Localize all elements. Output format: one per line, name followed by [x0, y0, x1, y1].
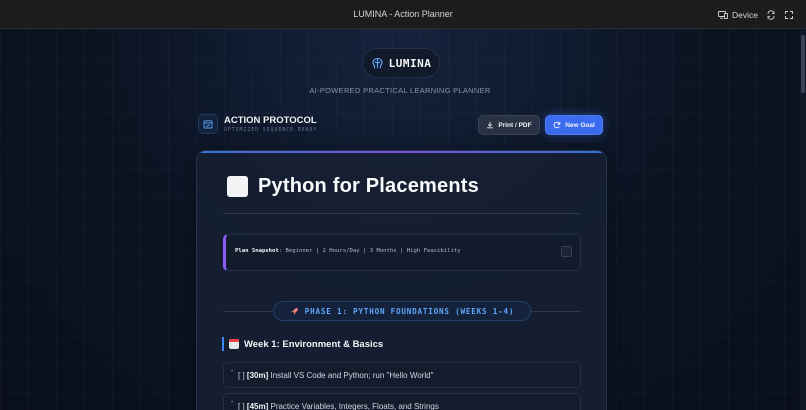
task-checkbox[interactable]: [ ]	[238, 402, 245, 410]
card-accent-bar	[197, 151, 606, 153]
new-goal-button[interactable]: New Goal	[545, 115, 603, 135]
protocol-subtitle: OPTIMIZED SEQUENCE READY	[224, 128, 318, 133]
page-scrollbar[interactable]	[800, 29, 806, 410]
checkbox-icon	[227, 176, 248, 197]
brand-logo: LUMINA	[362, 48, 440, 78]
copy-icon[interactable]	[561, 246, 572, 257]
brand-tagline: AI-POWERED PRACTICAL LEARNING PLANNER	[309, 86, 491, 95]
snapshot-label: Plan Snapshot	[235, 248, 279, 254]
protocol-title: ACTION PROTOCOL	[224, 115, 317, 126]
task-checkbox[interactable]: [ ]	[238, 371, 245, 380]
print-pdf-button[interactable]: Print / PDF	[478, 115, 540, 135]
task-description: Practice Variables, Integers, Floats, an…	[270, 402, 439, 410]
snapshot-text: Plan Snapshot: Beginner | 2 Hours/Day | …	[235, 248, 461, 254]
device-label: Device	[732, 9, 758, 20]
plan-card: Python for Placements Plan Snapshot: Beg…	[196, 150, 607, 410]
task-description: Install VS Code and Python; run "Hello W…	[270, 371, 434, 380]
window-title: LUMINA - Action Planner	[353, 9, 453, 19]
app-canvas: LUMINA AI-POWERED PRACTICAL LEARNING PLA…	[0, 29, 800, 410]
task-item[interactable]: • [ ] [30m] Install VS Code and Python; …	[223, 362, 581, 388]
bullet-icon: •	[231, 369, 234, 375]
window-titlebar: LUMINA - Action Planner Device	[0, 0, 806, 29]
print-pdf-label: Print / PDF	[498, 121, 532, 129]
week-header: Week 1: Environment & Basics	[222, 337, 383, 351]
calendar-check-icon	[203, 120, 213, 129]
task-text: [ ] [30m] Install VS Code and Python; ru…	[238, 371, 433, 380]
phase-divider-left	[223, 311, 273, 312]
snapshot-details: : Beginner | 2 Hours/Day | 3 Months | Hi…	[278, 248, 461, 254]
protocol-badge	[198, 114, 218, 134]
task-duration: [45m]	[246, 402, 269, 410]
new-goal-label: New Goal	[565, 121, 595, 129]
phase-label: PHASE 1: PYTHON FOUNDATIONS (WEEKS 1-4)	[304, 306, 515, 316]
titlebar-controls: Device	[718, 0, 794, 29]
task-item[interactable]: • [ ] [45m] Practice Variables, Integers…	[223, 393, 581, 410]
phase-divider-right	[531, 311, 581, 312]
refresh-icon	[553, 121, 561, 129]
week-label: Week 1: Environment & Basics	[244, 338, 384, 350]
scrollbar-thumb[interactable]	[801, 35, 805, 93]
rocket-icon	[290, 307, 298, 315]
phase-header: PHASE 1: PYTHON FOUNDATIONS (WEEKS 1-4)	[273, 301, 531, 321]
task-text: [ ] [45m] Practice Variables, Integers, …	[238, 402, 439, 410]
brand-name: LUMINA	[388, 56, 432, 70]
title-divider	[223, 213, 581, 214]
plan-snapshot: Plan Snapshot: Beginner | 2 Hours/Day | …	[223, 234, 581, 271]
expand-icon[interactable]	[784, 10, 794, 20]
device-button[interactable]: Device	[718, 10, 758, 20]
device-icon	[718, 10, 728, 19]
sync-icon[interactable]	[766, 9, 776, 20]
plan-title-row: Python for Placements	[227, 175, 479, 198]
brain-icon	[372, 57, 383, 69]
download-icon	[487, 121, 494, 129]
calendar-icon	[229, 339, 239, 349]
plan-title: Python for Placements	[258, 175, 479, 197]
task-duration: [30m]	[246, 371, 269, 380]
bullet-icon: •	[231, 400, 234, 406]
